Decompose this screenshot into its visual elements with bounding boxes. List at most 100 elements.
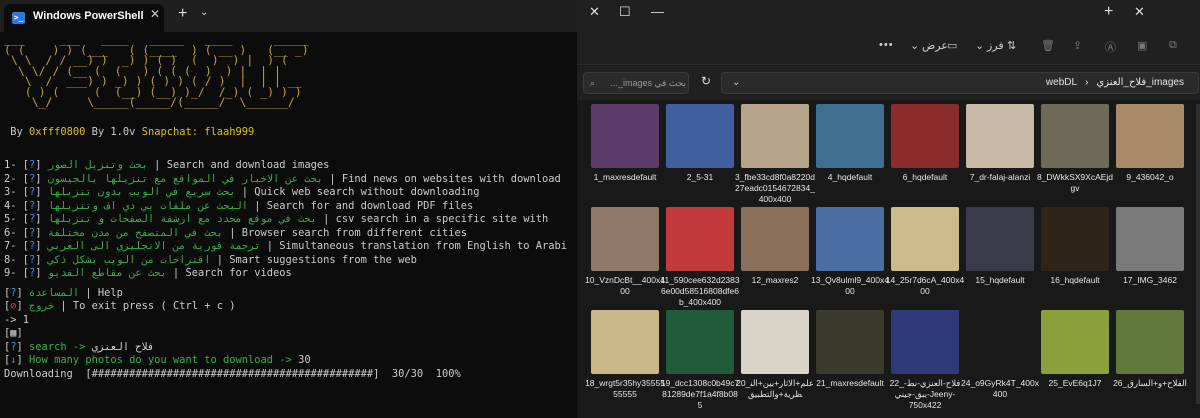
menu-item-ar: البحث عن ملفات بي دي اف وتنزيلها	[47, 199, 248, 212]
sort-button[interactable]: فرز	[987, 39, 1004, 52]
file-name: 4_hqdefault	[827, 172, 873, 182]
breadcrumb-item[interactable]: webDL	[1046, 77, 1077, 88]
file-item[interactable]: 6_hqdefault	[885, 104, 965, 183]
rename-icon[interactable]: Ⓐ	[1105, 39, 1116, 55]
menu-item-en: Quick web search without downloading	[254, 186, 480, 198]
new-tab-button[interactable]: +	[1104, 3, 1113, 21]
file-item[interactable]: 13_Qv8ulml9_400x400	[810, 207, 890, 297]
file-name: 8_DWkkSX9XcAEjdgv	[1036, 172, 1114, 193]
file-name: 26_الفلاح+و+السارق	[1113, 378, 1187, 388]
menu-item-ar: بحث عن الاخبار في المواقع مع تنزيلها بال…	[47, 172, 324, 185]
file-name: 13_Qv8ulml9_400x400	[811, 275, 889, 296]
menu-item-en: csv search in a specific site with	[335, 213, 549, 225]
tab-close-icon[interactable]: ✕	[1134, 4, 1145, 20]
file-name: 1_maxresdefault	[593, 172, 657, 182]
image-thumbnail	[816, 104, 884, 168]
file-name: 16_hqdefault	[1050, 275, 1100, 285]
new-tab-button[interactable]: +	[178, 5, 187, 23]
menu-item-en: Search for videos	[185, 267, 292, 279]
chevron-down-icon[interactable]: ⌄	[732, 73, 740, 93]
copy-icon[interactable]: ⧉	[1169, 39, 1177, 52]
file-name: 10_VznDcBt__400x400	[585, 275, 665, 296]
file-name: 12_maxres2	[751, 275, 799, 285]
file-item[interactable]: 17_IMG_3462	[1110, 207, 1190, 286]
file-name: 15_hqdefault	[975, 275, 1025, 285]
help-en: Help	[97, 286, 123, 299]
file-item[interactable]: 24_o9GyRk4T_400x400	[960, 310, 1040, 400]
file-name: 3_fbe33cd8f0a8220d27eadc0154672834_400x4…	[735, 172, 815, 204]
scrollbar[interactable]	[1196, 104, 1200, 404]
file-item[interactable]: 2_5-31	[660, 104, 740, 183]
file-item[interactable]: 11_590cee632d23836e00d58516808dfe6b_400x…	[660, 207, 740, 308]
search-icon: [?]	[16, 253, 48, 266]
file-item[interactable]: 12_maxres2	[735, 207, 815, 286]
search-icon: [?]	[16, 226, 48, 239]
file-item[interactable]: 25_EvE6q1J7	[1035, 310, 1115, 389]
search-icon: [?]	[16, 240, 48, 252]
chevron-down-icon[interactable]: ⌄	[910, 39, 919, 52]
file-item[interactable]: 19_dcc1308c0b49c781289de7f1a4f8b085	[660, 310, 740, 411]
file-item[interactable]: 7_dr-falaj-alanzi	[960, 104, 1040, 183]
file-item[interactable]: 14_25r7d6cA_400x400	[885, 207, 965, 297]
more-options-button[interactable]: •••	[879, 39, 894, 51]
view-button[interactable]: عرض	[922, 39, 948, 52]
file-item[interactable]: 18_wrgt5r35hy3555555555	[585, 310, 665, 400]
image-thumbnail	[1041, 104, 1109, 168]
menu-list: 1- [?] بحث وتنزيل الصور | Search and dow…	[4, 159, 577, 281]
file-item[interactable]: 1_maxresdefault	[585, 104, 665, 183]
breadcrumb-item[interactable]: فلاح_العنزي_images	[1096, 77, 1184, 88]
chevron-down-icon[interactable]: ⌄	[975, 39, 984, 52]
menu-item: 7- [?] ترجمة فورية من الانجليزي الى العر…	[4, 240, 568, 252]
tab-powershell[interactable]: >_ Windows PowerShell ✕	[4, 4, 164, 32]
file-item[interactable]: 10_VznDcBt__400x400	[585, 207, 665, 297]
file-item[interactable]: 8_DWkkSX9XcAEjdgv	[1035, 104, 1115, 194]
prompt-line: -> 1	[4, 313, 30, 326]
file-item[interactable]: 20_علم+الاثار+بين+النظرية+والتطبيق	[735, 310, 815, 400]
menu-item: 9- [?] بحث عن مقاطع الفديو | Search for …	[4, 267, 292, 279]
file-item[interactable]: 3_fbe33cd8f0a8220d27eadc0154672834_400x4…	[735, 104, 815, 205]
progress-percent: 100%	[435, 367, 461, 380]
explorer-titlebar: ✕ ☐ — + ✕	[577, 0, 1200, 30]
tab-title: Windows PowerShell	[33, 10, 144, 22]
search-input[interactable]: ⌕ بحث في images_...	[583, 72, 689, 94]
address-bar[interactable]: ⌄ webDL › فلاح_العنزي_images	[721, 72, 1199, 94]
refresh-icon[interactable]: ↻	[701, 74, 711, 88]
maximize-button[interactable]: ☐	[619, 4, 631, 20]
menu-item-en: Find news on websites with download	[341, 172, 561, 185]
menu-item-en: Search and download images	[166, 159, 330, 171]
search-line: [?] search -> فلاح العنزي	[4, 340, 155, 353]
file-item[interactable]: 15_hqdefault	[960, 207, 1040, 286]
image-thumbnail	[666, 104, 734, 168]
progress-label: Downloading	[4, 367, 73, 380]
file-item[interactable]: 9_436042_o	[1110, 104, 1190, 183]
progress-bar: [#######################################…	[85, 367, 380, 380]
image-thumbnail	[591, 104, 659, 168]
image-thumbnail	[1116, 207, 1184, 271]
menu-number: 2-	[4, 172, 17, 185]
menu-number: 7-	[4, 240, 17, 252]
menu-item: 2- [?] بحث عن الاخبار في المواقع مع تنزي…	[4, 172, 561, 185]
file-name: 25_EvE6q1J7	[1048, 378, 1102, 388]
menu-item-ar: بحث في المتصفح من مدن مختلفة	[47, 226, 223, 239]
file-item[interactable]: 26_الفلاح+و+السارق	[1110, 310, 1190, 389]
file-item[interactable]: 21_maxresdefault	[810, 310, 890, 389]
file-name: 7_dr-falaj-alanzi	[969, 172, 1031, 182]
minimize-button[interactable]: —	[651, 4, 664, 19]
tab-close-icon[interactable]: ✕	[150, 7, 160, 21]
file-item[interactable]: 4_hqdefault	[810, 104, 890, 183]
photos-value: 30	[298, 354, 311, 366]
credits-line: By 0xfff0800 By 1.0v Snapchat: flaah999	[4, 126, 577, 140]
exit-ar: خروج	[29, 300, 55, 312]
search-icon: [?]	[16, 186, 48, 198]
image-thumbnail	[1041, 310, 1109, 374]
file-item[interactable]: 16_hqdefault	[1035, 207, 1115, 286]
close-button[interactable]: ✕	[589, 4, 600, 20]
share-icon[interactable]: ⇪	[1073, 39, 1082, 52]
file-item[interactable]: 22_فلاح-العنزي-نط-ببق-جيني-Jeeny-750x422	[885, 310, 965, 411]
paste-icon[interactable]: ▣	[1137, 39, 1147, 52]
terminal-output: ___ ___ ____ _____ ____ _____( ( ) ) (__…	[4, 34, 577, 381]
chevron-down-icon[interactable]: ⌄	[200, 7, 208, 18]
delete-icon[interactable]: 🗑	[1041, 39, 1055, 52]
menu-item: 1- [?] بحث وتنزيل الصور | Search and dow…	[4, 159, 330, 171]
search-label: search ->	[29, 340, 86, 353]
